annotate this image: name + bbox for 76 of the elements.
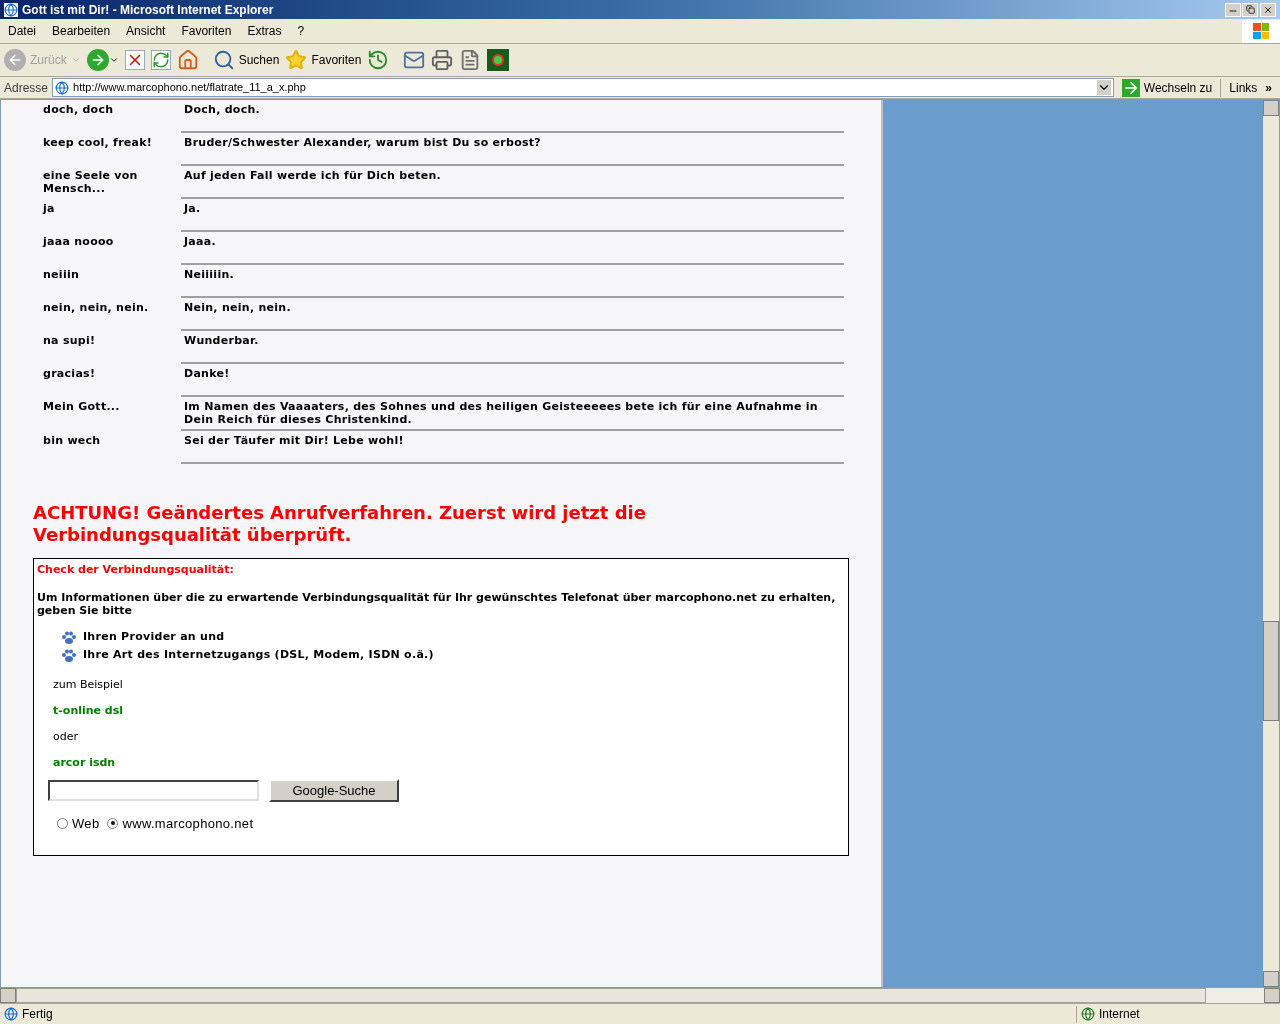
body-text: oder — [53, 729, 79, 746]
search-input[interactable] — [48, 779, 259, 801]
mail-icon[interactable] — [403, 49, 426, 71]
go-button[interactable]: Wechseln zu — [1117, 78, 1217, 97]
address-label: Adresse — [4, 79, 49, 97]
menu-item[interactable]: ? — [289, 22, 313, 40]
term-text: jaaa noooo — [41, 234, 115, 250]
term-text: bin wech — [42, 433, 102, 449]
radio-label: www.marcophono.net — [122, 814, 254, 833]
meaning-text: Nein, nein, nein. — [181, 298, 844, 331]
search-icon — [212, 49, 235, 71]
print-icon[interactable] — [431, 49, 454, 71]
meaning-text: Sei der Täufer mit Dir! Lebe wohl! — [181, 431, 844, 464]
window-title: Gott ist mit Dir! - Microsoft Internet Explorer — [22, 1, 275, 19]
search-button[interactable]: Suchen — [212, 49, 280, 71]
term-text: ja — [41, 201, 56, 217]
minimize-button[interactable] — [1225, 2, 1241, 17]
more-chevron[interactable]: » — [1261, 78, 1276, 97]
star-icon — [285, 49, 308, 71]
term-text: neiiin — [42, 267, 81, 283]
meaning-text: Wunderbar. — [181, 331, 844, 364]
body-text: zum Beispiel — [53, 677, 124, 694]
check-heading: Check der Verbindungsqualität: — [37, 562, 235, 578]
home-icon[interactable] — [176, 49, 199, 71]
menu-item[interactable]: Datei — [0, 22, 44, 40]
radio-button[interactable] — [107, 817, 119, 829]
term-text: eine Seele von Mensch... — [42, 168, 139, 197]
meaning-text: Auf jeden Fall werde ich für Dich beten. — [181, 166, 844, 199]
horizontal-scrollbar[interactable] — [0, 988, 1280, 1004]
example-text: t-online dsl — [53, 703, 125, 720]
example-text: arcor isdn — [53, 755, 117, 772]
refresh-icon[interactable] — [150, 50, 171, 70]
bullet-text: Ihre Art des Internetzugangs (DSL, Modem, ISDN o.ä.) — [83, 647, 434, 664]
menu-item[interactable]: Extras — [239, 22, 290, 40]
radio-button[interactable] — [57, 817, 68, 829]
restore-icon — [1245, 5, 1255, 14]
meaning-text: Danke! — [181, 364, 844, 397]
zone-text: Internet — [1099, 1006, 1140, 1023]
meaning-text: Doch, doch. — [181, 100, 844, 133]
meaning-text: Neiiiiin. — [181, 265, 844, 298]
browser-icon — [4, 2, 18, 17]
vertical-scrollbar[interactable] — [1263, 100, 1279, 987]
menu-item[interactable]: Favoriten — [173, 22, 240, 40]
warning-heading: ACHTUNG! Geändertes Anrufverfahren. Zuerst wird jetzt die Verbindungsqualität überprüft. — [33, 502, 647, 546]
term-text: na supi! — [42, 333, 97, 349]
favorites-button[interactable]: Favoriten — [285, 49, 362, 71]
google-search-button[interactable]: Google-Suche — [269, 778, 399, 802]
address-field[interactable]: http://www.marcophono.net/flatrate_11_a_x.php — [52, 78, 1114, 97]
menu-item[interactable]: Bearbeiten — [44, 22, 119, 40]
meaning-text: Im Namen des Vaaaaters, des Sohnes und des heiligen Geisteeeees bete ich für eine Aufnahme in Dein Reich für dieses Christenkind. — [181, 397, 844, 431]
close-button[interactable] — [1260, 2, 1276, 17]
term-text: doch, doch — [42, 102, 115, 118]
status-text: Fertig — [22, 1006, 54, 1023]
close-icon — [1263, 4, 1273, 15]
radio-label: Web — [72, 814, 100, 833]
meaning-text: Jaaa. — [181, 232, 844, 265]
term-text: gracias! — [42, 366, 97, 382]
page-icon — [55, 80, 70, 95]
restore-button[interactable] — [1242, 2, 1258, 17]
globe-icon — [1081, 1007, 1095, 1021]
meaning-text: Bruder/Schwester Alexander, warum bist Du so erbost? — [181, 133, 844, 166]
intro-text: Um Informationen über die zu erwartende Verbindungsqualität für Ihr gewünschtes Telefonat über marcophono.net zu erhalten, geben Sie bitte — [37, 590, 837, 617]
term-text: nein, nein, nein. — [42, 300, 150, 316]
stop-icon[interactable] — [124, 50, 145, 70]
meaning-text: Ja. — [181, 199, 844, 232]
bullet-text: Ihren Provider an und — [83, 629, 225, 646]
term-text: keep cool, freak! — [42, 135, 154, 151]
paw-icon — [61, 630, 77, 645]
history-icon[interactable] — [367, 49, 390, 71]
links-button[interactable]: Links — [1220, 78, 1258, 97]
paw-icon — [61, 648, 77, 663]
term-text: Mein Gott... — [42, 399, 121, 415]
forward-button[interactable] — [86, 49, 119, 71]
windows-logo-icon — [1242, 19, 1280, 43]
page-icon — [4, 1007, 18, 1021]
menu-item[interactable]: Ansicht — [118, 22, 174, 40]
